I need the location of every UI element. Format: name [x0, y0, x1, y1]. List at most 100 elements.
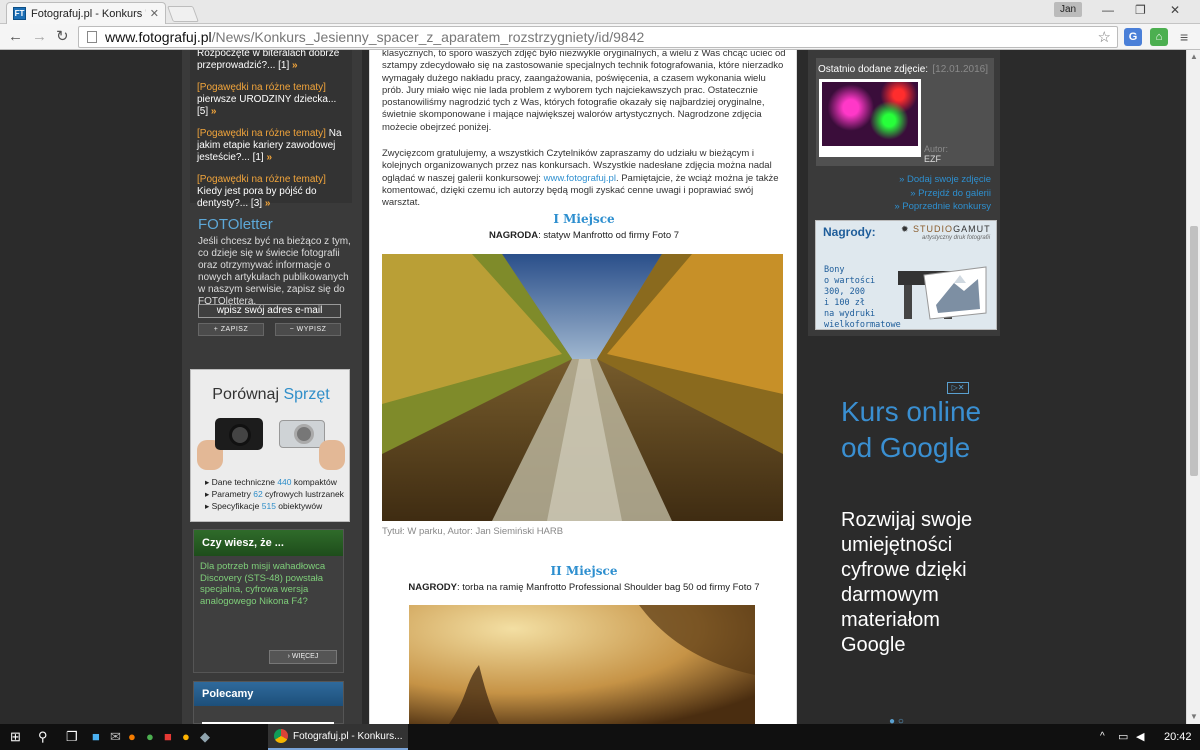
- did-you-know-box: Czy wiesz, że ... Dla potrzeb misji waha…: [193, 529, 344, 673]
- forum-more-link[interactable]: »: [266, 152, 272, 163]
- prize-text: : statyw Manfrotto od firmy Foto 7: [538, 230, 680, 241]
- prizes-banner[interactable]: Nagrody: ✹ STUDIOGAMUT artystyczny druk …: [815, 220, 997, 330]
- forum-category[interactable]: [Pogawędki na różne tematy]: [197, 128, 326, 139]
- pinned-app-icon[interactable]: ✉: [110, 729, 121, 745]
- forum-more-link[interactable]: »: [265, 198, 271, 209]
- compare-line-pre: Specyfikacje: [211, 501, 262, 511]
- system-clock[interactable]: 20:42: [1164, 731, 1192, 743]
- tray-chevron-icon[interactable]: ^: [1100, 729, 1105, 745]
- search-icon[interactable]: ⚲: [38, 729, 48, 745]
- subscribe-button[interactable]: + ZAPISZ: [198, 323, 264, 336]
- volume-icon[interactable]: ◀: [1136, 729, 1144, 745]
- prize-label: NAGRODA: [488, 230, 539, 241]
- prizes-line: wielkoformatowe: [824, 320, 901, 330]
- taskbar-browser-window[interactable]: Fotografuj.pl - Konkurs...: [268, 724, 408, 750]
- second-place-photo[interactable]: [409, 605, 755, 724]
- forum-item[interactable]: [Pogawędki na różne tematy] Na jakim eta…: [197, 128, 345, 164]
- firefox-icon[interactable]: ●: [128, 729, 136, 745]
- compare-count: 62: [253, 489, 263, 499]
- article-thanks: Zwycięzcom gratulujemy, a wszystkich Czy…: [382, 148, 788, 209]
- forum-item[interactable]: [Pogawędki na różne tematy] pierwsze UROD…: [197, 82, 345, 118]
- newsletter-email-input[interactable]: wpisz swój adres e-mail: [198, 304, 341, 318]
- scroll-down-icon[interactable]: ▼: [1190, 712, 1198, 721]
- tab-close-icon[interactable]: ✕: [150, 7, 159, 20]
- more-button[interactable]: › WIĘCEJ: [269, 650, 337, 664]
- windows-start-icon[interactable]: ⊞: [10, 729, 21, 745]
- taskbar-app-label: Fotografuj.pl - Konkurs...: [293, 730, 403, 742]
- recommended-box: Polecamy: [193, 681, 344, 724]
- forum-more-link[interactable]: »: [211, 106, 217, 117]
- recent-photo-author[interactable]: EZF: [924, 154, 941, 164]
- task-view-icon[interactable]: ❐: [66, 729, 78, 745]
- google-ad[interactable]: ▷✕ Kurs online od Google Rozwijaj swoje …: [822, 380, 992, 724]
- browser-tab[interactable]: FT Fotografuj.pl - Konkurs "Je ✕: [6, 2, 166, 24]
- compact-camera-icon: [279, 420, 325, 448]
- unsubscribe-button[interactable]: − WYPISZ: [275, 323, 341, 336]
- park-photo-illustration: [382, 254, 783, 521]
- compare-gear-banner[interactable]: Porównaj Sprzęt ▸ Dane techniczne 440 ko…: [190, 369, 350, 522]
- ad-headline[interactable]: Kurs online od Google: [841, 394, 991, 466]
- home-extension-icon[interactable]: ⌂: [1150, 28, 1168, 46]
- winning-photo-park[interactable]: [382, 254, 783, 521]
- gallery-link[interactable]: » Przejdź do galerii: [811, 188, 991, 199]
- fotoletter-description: Jeśli chcesz być na bieżąco z tym, co dz…: [198, 236, 351, 307]
- pinned-app-icon[interactable]: ■: [92, 729, 100, 745]
- forum-item[interactable]: Rozpoczęte w biteralach dobrze przeprowa…: [197, 50, 345, 72]
- minimize-icon[interactable]: —: [1102, 3, 1114, 17]
- address-bar[interactable]: www.fotografuj.pl /News/Konkurs_Jesienny…: [78, 26, 1118, 48]
- compare-line-post: kompaktów: [291, 477, 337, 487]
- page-scrollbar[interactable]: ▲ ▼: [1186, 50, 1200, 724]
- article-content: klasycznych, to sporo waszych zdjęć było…: [369, 50, 797, 724]
- back-icon[interactable]: ←: [8, 28, 23, 46]
- previous-contests-link[interactable]: » Poprzednie konkursy: [811, 201, 991, 212]
- adchoices-icon[interactable]: ▷✕: [947, 382, 969, 394]
- forum-item[interactable]: [Pogawędki na różne tematy] Kiedy jest p…: [197, 174, 345, 210]
- chrome-icon[interactable]: ●: [146, 729, 154, 745]
- ad-pagination[interactable]: ● ○: [889, 716, 904, 724]
- compare-line-post: obiektywów: [275, 501, 323, 511]
- profile-button[interactable]: Jan: [1054, 2, 1083, 17]
- browser-menu-icon[interactable]: ≡: [1180, 29, 1188, 45]
- studio-gamut-logo: ✹ STUDIOGAMUT: [901, 224, 991, 234]
- gallery-link[interactable]: www.fotografuj.pl: [544, 173, 616, 184]
- page-viewport: Rozpoczęte w biteralach dobrze przeprowa…: [0, 50, 1186, 724]
- prizes-title: Nagrody:: [823, 225, 876, 239]
- new-tab-button[interactable]: [167, 6, 199, 22]
- right-sidebar: Ostatnio dodane zdjęcie: [12.01.2016] Au…: [808, 50, 1000, 336]
- forum-category[interactable]: [Pogawędki na różne tematy]: [197, 82, 326, 93]
- url-host: www.fotografuj.pl: [105, 29, 212, 45]
- reload-icon[interactable]: ↻: [56, 28, 69, 46]
- maximize-icon[interactable]: ❐: [1135, 3, 1146, 17]
- pinned-app-icon[interactable]: ●: [182, 729, 190, 745]
- forum-category[interactable]: [Pogawędki na różne tematy]: [197, 174, 326, 185]
- bookmark-star-icon[interactable]: ☆: [1098, 28, 1111, 46]
- compare-line-pre: Parametry: [211, 489, 254, 499]
- scroll-up-icon[interactable]: ▲: [1190, 52, 1198, 61]
- add-photo-link[interactable]: » Dodaj swoje zdjęcie: [811, 174, 991, 185]
- tab-title: Fotografuj.pl - Konkurs "Je: [31, 7, 146, 20]
- network-icon[interactable]: ▭: [1118, 729, 1128, 745]
- forward-icon[interactable]: →: [32, 28, 47, 46]
- mail-icon[interactable]: ■: [164, 729, 172, 745]
- pinned-app-icon[interactable]: ◆: [200, 729, 210, 745]
- translate-extension-icon[interactable]: G: [1124, 28, 1142, 46]
- window-close-icon[interactable]: ✕: [1170, 3, 1180, 17]
- scroll-thumb[interactable]: [1190, 226, 1198, 476]
- forum-item-text: Rozpoczęte w biteralach dobrze przeprowa…: [197, 50, 340, 71]
- ad-body: Rozwijaj swoje umiejętności cyfrowe dzię…: [841, 509, 973, 656]
- prize-text: : torba na ramię Manfrotto Professional …: [456, 582, 760, 593]
- recent-photo-author-label: Autor:: [924, 144, 949, 154]
- did-you-know-text: Dla potrzeb misji wahadłowca Discovery (…: [200, 561, 326, 607]
- prizes-text: Bony o wartości 300, 200 i 100 zł na wyd…: [824, 265, 901, 330]
- recommended-title: Polecamy: [194, 682, 343, 706]
- forum-more-link[interactable]: »: [292, 60, 298, 71]
- chrome-icon: [274, 729, 288, 743]
- url-path: /News/Konkurs_Jesienny_spacer_z_aparatem…: [211, 29, 645, 45]
- compare-count: 515: [261, 501, 276, 511]
- recent-photo-thumbnail[interactable]: [819, 79, 921, 157]
- recent-photo-date: [12.01.2016]: [932, 64, 988, 75]
- logo-subtitle: artystyczny druk fotografii: [922, 235, 991, 241]
- prizes-line: Bony: [824, 265, 845, 275]
- hand-illustration: [319, 440, 345, 470]
- first-place-title: I Miejsce: [553, 212, 615, 226]
